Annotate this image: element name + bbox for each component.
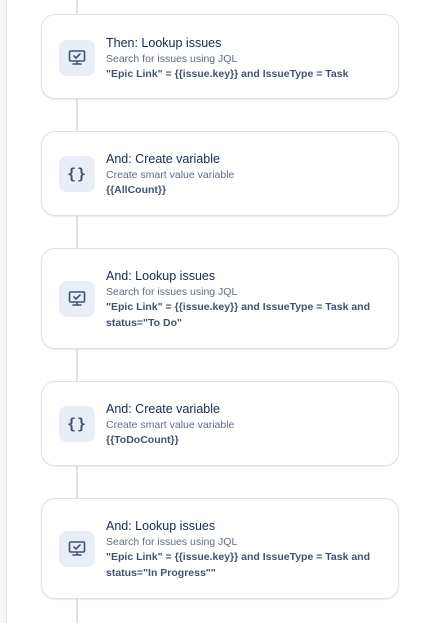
step-description: Search for issues using JQL (106, 286, 238, 298)
step-variable-name: {{AllCount}} (106, 184, 167, 196)
step-jql: "Epic Link" = {{issue.key}} and IssueTyp… (106, 301, 371, 329)
step-title: Then: Lookup issues (106, 36, 222, 50)
step-description: Search for issues using JQL (106, 536, 238, 548)
step-title: And: Lookup issues (106, 519, 216, 533)
braces-icon: {} (59, 406, 95, 442)
step-variable-name: {{ToDoCount}} (106, 434, 179, 446)
step-title: And: Create variable (106, 152, 220, 166)
rule-step-card-lookup-issues[interactable]: And: Lookup issues Search for issues usi… (41, 248, 399, 349)
monitor-check-icon (59, 531, 95, 567)
step-description: Create smart value variable (106, 419, 235, 431)
step-title: And: Lookup issues (106, 269, 216, 283)
rule-step-card-create-variable[interactable]: {} And: Create variable Create smart val… (41, 381, 399, 466)
rule-step-card-lookup-issues[interactable]: And: Lookup issues Search for issues usi… (41, 498, 399, 599)
step-jql: "Epic Link" = {{issue.key}} and IssueTyp… (106, 68, 349, 80)
monitor-check-icon (59, 281, 95, 317)
step-jql: "Epic Link" = {{issue.key}} and IssueTyp… (106, 551, 371, 579)
left-margin (0, 0, 7, 623)
step-title: And: Create variable (106, 402, 220, 416)
monitor-check-icon (59, 40, 95, 76)
step-description: Search for issues using JQL (106, 53, 238, 65)
step-description: Create smart value variable (106, 169, 235, 181)
rule-step-card-create-variable[interactable]: {} And: Create variable Create smart val… (41, 131, 399, 216)
braces-icon: {} (59, 156, 95, 192)
rule-step-card-lookup-issues[interactable]: Then: Lookup issues Search for issues us… (41, 14, 399, 99)
